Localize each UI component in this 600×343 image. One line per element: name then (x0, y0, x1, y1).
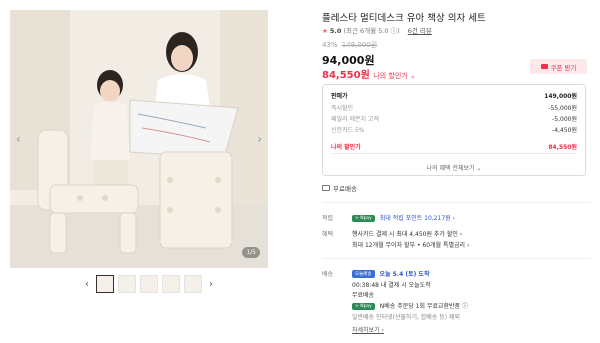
rating-score: 5.0 (329, 27, 342, 35)
delivery-today-text: 오늘 5.4 (토) 도착 (379, 271, 430, 278)
original-price: 149,000원 (341, 41, 378, 49)
my-price-label[interactable]: 나의 할인가 ⌄ (373, 72, 416, 80)
coupon-label: 쿠폰 받기 (550, 63, 577, 72)
my-discount-price[interactable]: 84,550원 나의 할인가 ⌄ (322, 66, 416, 81)
npay-badge: + Npay (352, 215, 375, 222)
delivery-more-link[interactable]: 자세히보기 › (352, 325, 384, 334)
truck-icon (322, 185, 330, 191)
my-price-value: 84,550원 (322, 70, 370, 81)
points-label: 적립 (322, 215, 334, 222)
npay-badge: + Npay (352, 303, 375, 310)
image-counter: 1/5 (242, 247, 260, 258)
discount-percent: 43% (322, 41, 338, 49)
all-benefits-link[interactable]: 나의 혜택 전체보기 ⌄ (323, 163, 585, 172)
delivery-deadline: 00:38:48 내 결제 시 오늘도착 (352, 282, 431, 289)
price-row-value: -55,000원 (548, 105, 577, 112)
thumbnail-strip: ‹ › (82, 275, 216, 293)
benefit-line-1[interactable]: 행사카드 결제 시 최대 4,450원 추가 할인 › (352, 229, 462, 238)
delivery-free: 무료배송 (352, 292, 375, 299)
price-row-value: 149,000원 (544, 93, 577, 100)
coupon-button[interactable]: 쿠폰 받기 (530, 59, 587, 74)
thumb-prev-icon[interactable]: ‹ (82, 279, 92, 290)
delivery-note: 일반배송 인터넷(선물하기, 합배송 등) 제외 (352, 314, 461, 321)
divider (322, 258, 590, 259)
review-link[interactable]: 6건 리뷰 (408, 27, 432, 35)
thumb-next-icon[interactable]: › (206, 279, 216, 290)
points-text: 최대 적립 포인트 10,217원 › (379, 215, 455, 222)
delivery-today-line: 오늘배송 오늘 5.4 (토) 도착 (352, 269, 429, 278)
my-discount-value: 84,550원 (548, 144, 577, 151)
price-row-card: 신한카드 5% -4,450원 (331, 125, 577, 134)
price-row-value: -4,450원 (552, 127, 577, 134)
rating-recent: (최근 6개월 5.0 ⓘ) (343, 27, 400, 35)
thumbnail-3[interactable] (140, 275, 158, 293)
points-value[interactable]: + Npay 최대 적립 포인트 10,217원 › (352, 213, 455, 222)
price-row-instant: 즉시할인 -55,000원 (331, 103, 577, 112)
price-row-list: 판매가 149,000원 (331, 91, 577, 100)
divider (322, 202, 590, 203)
my-discount-label: 나의 할인가 (331, 144, 361, 151)
image-prev-arrow-icon[interactable]: ‹ (16, 132, 21, 146)
price-row-value: -5,000원 (552, 116, 577, 123)
product-photo-illustration (10, 10, 268, 268)
discount-line: 43% 149,000원 (322, 40, 377, 50)
thumbnail-2[interactable] (118, 275, 136, 293)
price-row-label: 판매가 (331, 93, 348, 100)
shipping-summary-text: 무료배송 (333, 185, 357, 193)
npay-return-line: + Npay N배송 주문당 1회 무료교환반품 ⓘ (352, 301, 468, 310)
npay-return-text: N배송 주문당 1회 무료교환반품 ⓘ (379, 303, 468, 310)
price-row-family: 패밀리 레몬치 고객 -5,000원 (331, 114, 577, 123)
benefit-line-2[interactable]: 최대 12개월 무이자 할부 • 60개월 특별금리 › (352, 240, 469, 249)
price-breakdown-box: 판매가 149,000원 즉시할인 -55,000원 패밀리 레몬치 고객 -5… (322, 84, 586, 176)
today-delivery-badge: 오늘배송 (352, 270, 375, 278)
product-main-image[interactable]: ‹ › 1/5 (10, 10, 268, 268)
benefit-label: 혜택 (322, 231, 334, 238)
product-title: 플레스타 멀티데스크 유아 책상 의자 세트 (322, 13, 486, 24)
shipping-summary: 무료배송 (322, 183, 357, 193)
divider (331, 153, 577, 154)
coupon-icon (540, 64, 548, 69)
thumbnail-5[interactable] (184, 275, 202, 293)
thumbnail-1[interactable] (96, 275, 114, 293)
image-next-arrow-icon[interactable]: › (257, 132, 262, 146)
star-icon: ★ (322, 27, 328, 35)
price-row-label: 패밀리 레몬치 고객 (331, 116, 379, 123)
rating-line: ★ 5.0 (최근 6개월 5.0 ⓘ) 6건 리뷰 (322, 25, 432, 35)
price-row-label: 신한카드 5% (331, 127, 365, 134)
delivery-label: 배송 (322, 271, 334, 278)
thumbnail-4[interactable] (162, 275, 180, 293)
price-row-label: 즉시할인 (331, 105, 354, 112)
price-row-mine: 나의 할인가 84,550원 (331, 142, 577, 151)
